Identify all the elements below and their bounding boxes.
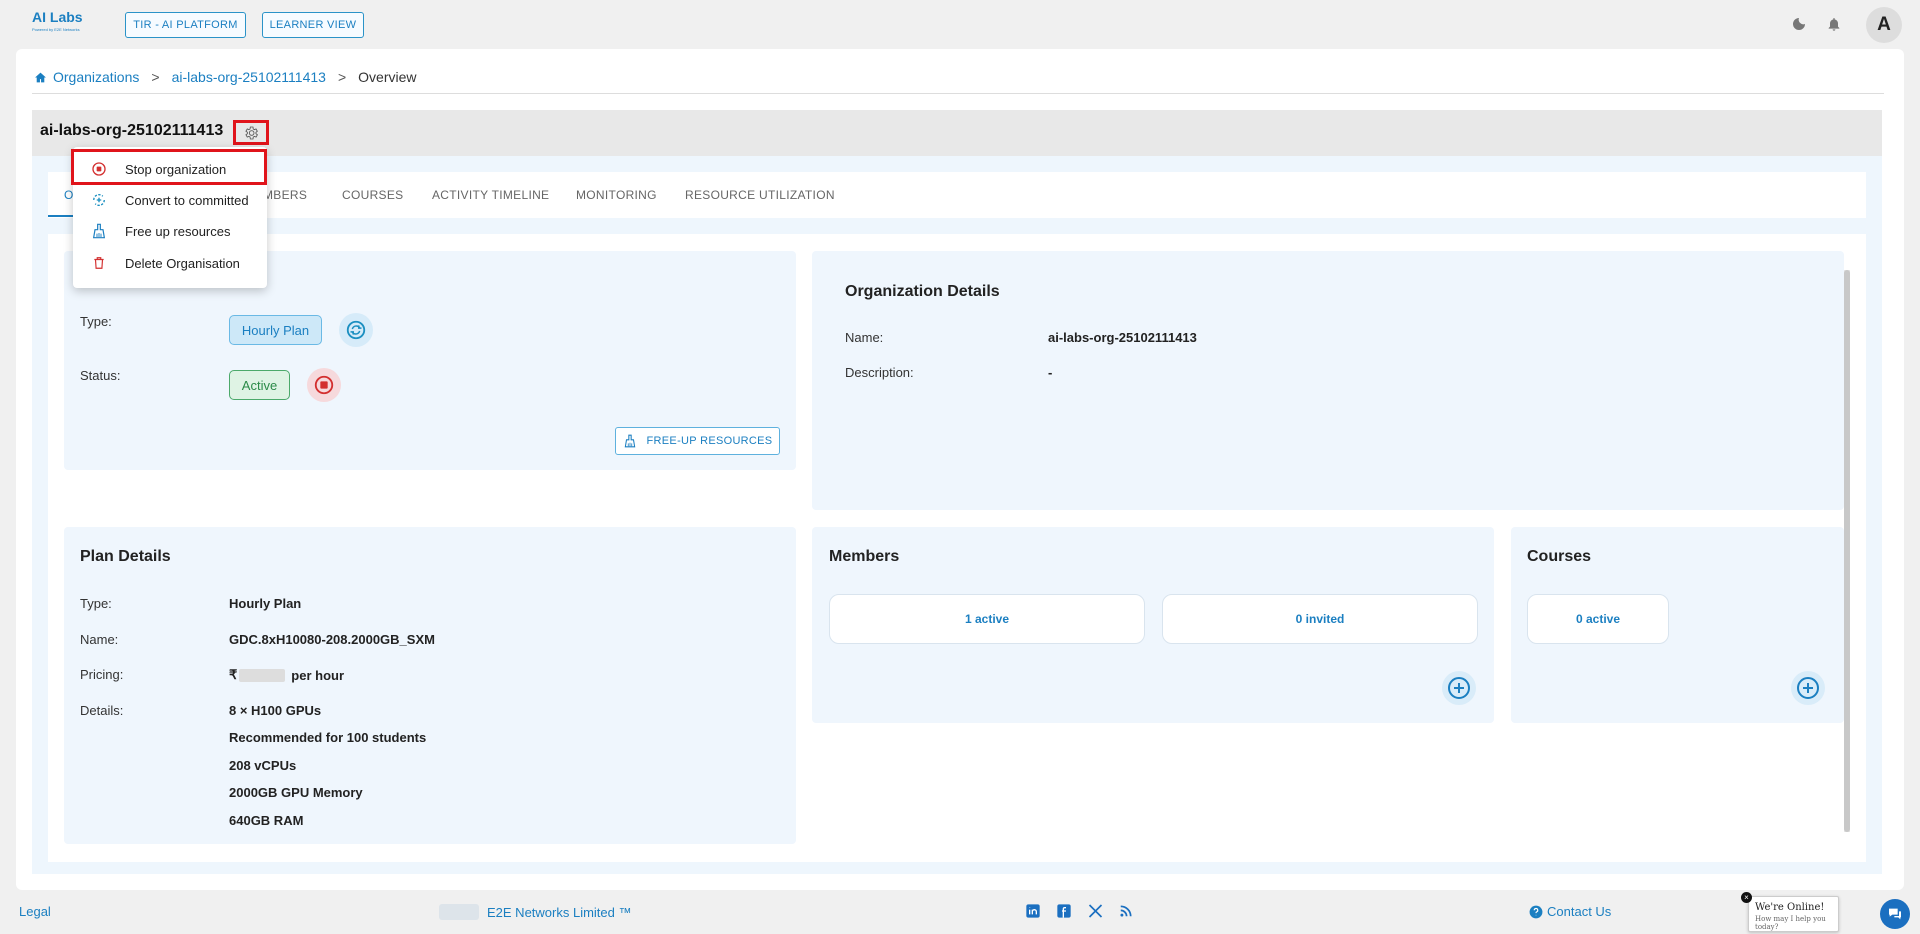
broom-icon: [624, 434, 635, 448]
members-invited-box[interactable]: 0 invited: [1162, 594, 1478, 644]
breadcrumb-organizations[interactable]: Organizations: [53, 69, 139, 85]
settings-button[interactable]: [233, 120, 269, 145]
tab-activity-timeline[interactable]: ACTIVITY TIMELINE: [432, 188, 549, 202]
gear-icon: [245, 126, 258, 139]
menu-item-delete-organisation[interactable]: Delete Organisation: [73, 248, 267, 278]
menu-item-convert-to-committed[interactable]: Convert to committed: [73, 185, 267, 215]
plan-name-value: GDC.8xH10080-208.2000GB_SXM: [229, 632, 435, 647]
footer-company: E2E Networks Limited ™: [439, 904, 632, 920]
tir-platform-button[interactable]: TIR - AI PLATFORM: [125, 12, 246, 38]
contact-us-label: Contact Us: [1547, 904, 1612, 919]
broom-icon: [89, 222, 109, 240]
menu-item-label: Free up resources: [125, 223, 231, 239]
courses-active-box[interactable]: 0 active: [1527, 594, 1669, 644]
stop-icon: [314, 375, 334, 395]
free-up-resources-button[interactable]: FREE-UP RESOURCES: [615, 427, 780, 455]
tab-resource-utilization[interactable]: RESOURCE UTILIZATION: [685, 188, 835, 202]
plan-pricing-label: Pricing:: [80, 667, 124, 682]
dark-mode-icon[interactable]: [1788, 13, 1810, 35]
facebook-icon[interactable]: [1056, 903, 1072, 919]
plan-pricing-value: ₹ per hour: [229, 667, 344, 683]
company-name: E2E Networks Limited ™: [487, 904, 632, 920]
add-course-button[interactable]: [1791, 671, 1825, 705]
x-twitter-icon[interactable]: [1087, 903, 1104, 919]
org-description-value: -: [1048, 365, 1053, 380]
chat-title: We're Online!: [1755, 902, 1825, 913]
convert-icon: [89, 191, 109, 209]
chat-icon: [1889, 908, 1901, 920]
breadcrumb-current: Overview: [358, 69, 417, 85]
tab-courses[interactable]: COURSES: [342, 188, 403, 202]
org-details-title: Organization Details: [845, 283, 1000, 300]
plus-circle-icon: [1797, 677, 1819, 699]
tab-bar: [48, 172, 1866, 218]
rss-icon[interactable]: [1119, 903, 1133, 919]
help-icon: [1529, 905, 1543, 918]
plan-details-title: Plan Details: [80, 548, 171, 565]
scrollbar-thumb[interactable]: [1844, 270, 1850, 832]
pricing-suffix: per hour: [291, 667, 345, 683]
type-label: Type:: [80, 314, 112, 329]
org-name-label: Name:: [845, 330, 884, 345]
plan-type-label: Type:: [80, 596, 112, 611]
plan-name-label: Name:: [80, 632, 119, 647]
plan-details-panel: [64, 527, 796, 844]
org-name-value: ai-labs-org-25102111413: [1048, 330, 1197, 345]
plan-detail-item: 2000GB GPU Memory: [229, 785, 363, 800]
user-avatar[interactable]: A: [1866, 7, 1902, 43]
plan-detail-item: 640GB RAM: [229, 813, 304, 828]
trash-icon: [89, 255, 109, 271]
company-logo: [439, 904, 479, 920]
org-description-label: Description:: [845, 365, 914, 380]
tab-monitoring[interactable]: MONITORING: [576, 188, 657, 202]
plan-detail-item: 208 vCPUs: [229, 758, 297, 773]
members-title: Members: [829, 548, 900, 565]
currency-symbol: ₹: [229, 667, 238, 682]
plan-details-label: Details:: [80, 703, 124, 718]
highlight-box: [71, 149, 267, 185]
breadcrumb-org[interactable]: ai-labs-org-25102111413: [172, 69, 326, 85]
menu-item-free-up-resources[interactable]: Free up resources: [73, 216, 267, 246]
plan-type-chip: Hourly Plan: [229, 315, 322, 345]
legal-link[interactable]: Legal: [19, 904, 51, 919]
home-icon: [35, 72, 46, 82]
refresh-icon: [346, 320, 366, 340]
close-icon[interactable]: ×: [1741, 892, 1752, 903]
plan-detail-item: 8 × H100 GPUs: [229, 703, 322, 718]
breadcrumb: Organizations > ai-labs-org-25102111413 …: [34, 67, 417, 87]
logo[interactable]: AI Labs Powered by E2E Networks: [32, 9, 102, 43]
chat-greeting[interactable]: We're Online! How may I help you today?: [1748, 896, 1839, 932]
linkedin-icon[interactable]: [1025, 903, 1041, 919]
breadcrumb-separator: >: [337, 69, 347, 85]
social-links: [1025, 903, 1133, 919]
org-header: [32, 110, 1882, 156]
convert-plan-button[interactable]: [339, 313, 373, 347]
contact-us-link[interactable]: Contact Us: [1529, 904, 1611, 919]
notification-bell-icon[interactable]: [1823, 13, 1845, 35]
logo-text: AI Labs: [32, 9, 83, 25]
status-badge: Active: [229, 370, 290, 400]
logo-subtext: Powered by E2E Networks: [32, 27, 80, 32]
chat-button[interactable]: [1880, 899, 1910, 929]
status-label: Status:: [80, 368, 121, 383]
members-active-box[interactable]: 1 active: [829, 594, 1145, 644]
breadcrumb-separator: >: [151, 69, 160, 85]
chat-subtitle: How may I help you today?: [1755, 915, 1826, 931]
divider: [32, 93, 1884, 94]
menu-item-label: Convert to committed: [125, 192, 249, 208]
plan-type-value: Hourly Plan: [229, 596, 302, 611]
plus-circle-icon: [1448, 677, 1470, 699]
courses-title: Courses: [1527, 548, 1592, 565]
plan-detail-item: Recommended for 100 students: [229, 730, 427, 745]
stop-org-button[interactable]: [307, 368, 341, 402]
add-member-button[interactable]: [1442, 671, 1476, 705]
tab-members[interactable]: MBERS: [263, 188, 307, 202]
page-title: ai-labs-org-25102111413: [40, 122, 224, 139]
redacted-price: [239, 668, 286, 682]
free-up-resources-label: FREE-UP RESOURCES: [646, 435, 773, 447]
learner-view-button[interactable]: LEARNER VIEW: [262, 12, 364, 38]
menu-item-label: Delete Organisation: [125, 255, 240, 271]
footer: [0, 890, 1920, 934]
